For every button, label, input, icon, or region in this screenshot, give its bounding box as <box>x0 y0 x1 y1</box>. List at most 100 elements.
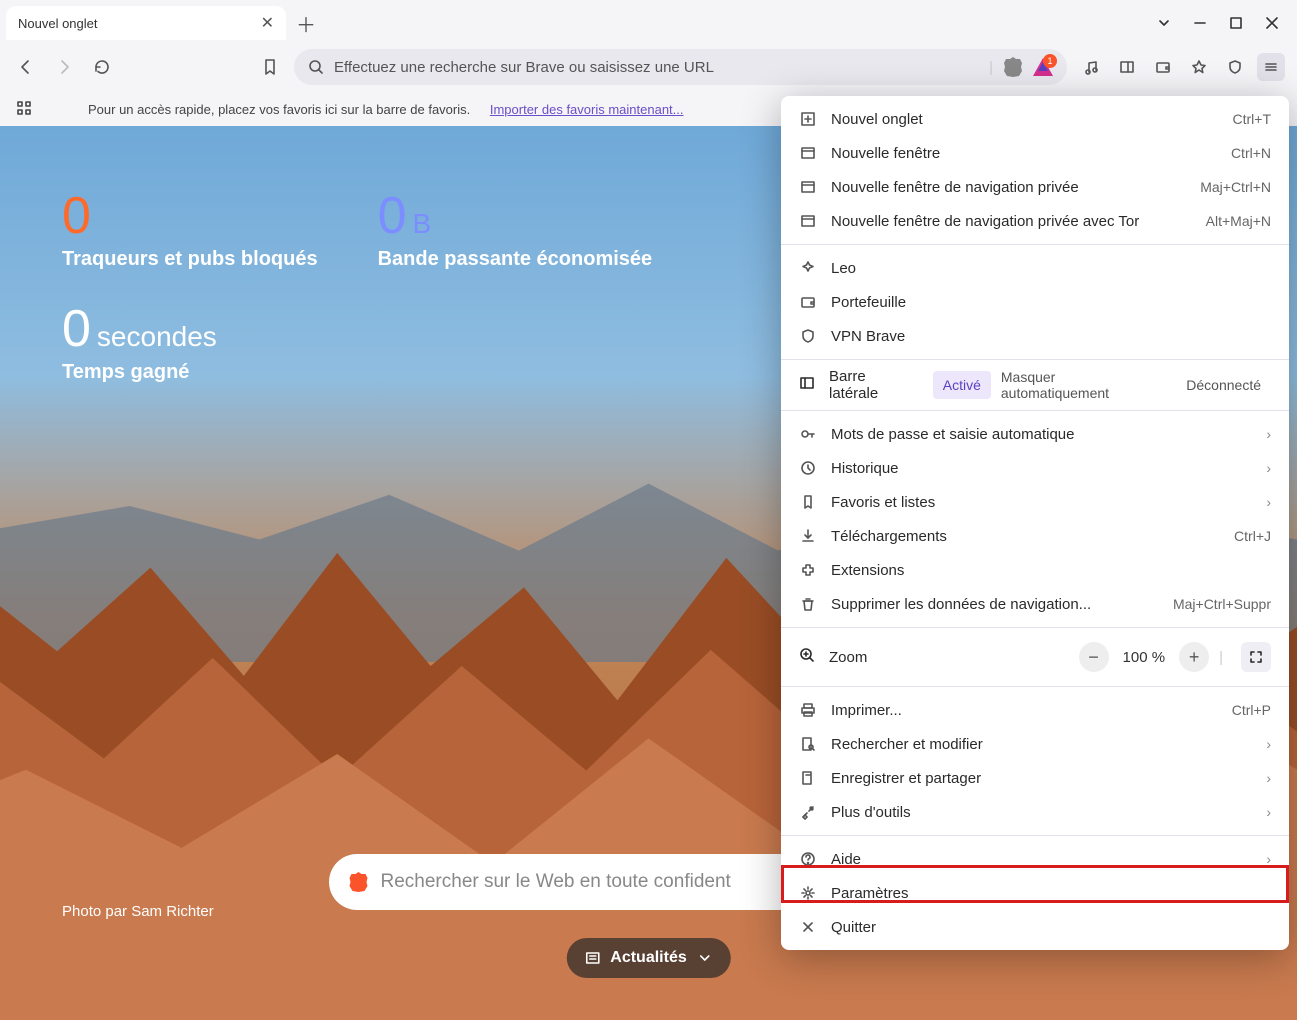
minimize-icon[interactable] <box>1191 14 1209 32</box>
wallet-menu-icon <box>799 294 817 310</box>
sidebar-toggle-icon[interactable] <box>1113 53 1141 81</box>
app-menu: Nouvel onglet Ctrl+T Nouvelle fenêtre Ct… <box>781 96 1289 950</box>
close-icon <box>799 919 817 935</box>
sidebar-opt-on[interactable]: Activé <box>933 371 991 399</box>
bookmarks-icon <box>799 494 817 510</box>
hero-search-placeholder: Rechercher sur le Web en toute confident <box>381 871 731 893</box>
history-icon <box>799 460 817 476</box>
app-menu-button[interactable] <box>1257 53 1285 81</box>
new-tab-icon <box>799 111 817 127</box>
bookmark-icon[interactable] <box>256 53 284 81</box>
news-label: Actualités <box>610 949 686 967</box>
trackers-value: 0 <box>62 186 318 246</box>
toolbar-extensions <box>1077 53 1285 81</box>
menu-settings[interactable]: Paramètres <box>781 876 1289 910</box>
time-value: 0secondes <box>62 299 652 359</box>
menu-extensions[interactable]: Extensions <box>781 553 1289 587</box>
url-placeholder: Effectuez une recherche sur Brave ou sai… <box>334 59 714 76</box>
rewards-badge: 1 <box>1043 54 1057 68</box>
wallet-icon[interactable] <box>1149 53 1177 81</box>
document-search-icon <box>799 736 817 752</box>
gear-icon <box>799 885 817 901</box>
menu-zoom: Zoom − 100 % + | <box>781 634 1289 680</box>
menu-passwords[interactable]: Mots de passe et saisie automatique › <box>781 417 1289 451</box>
trash-icon <box>799 596 817 612</box>
menu-print[interactable]: Imprimer... Ctrl+P <box>781 693 1289 727</box>
maximize-icon[interactable] <box>1227 14 1245 32</box>
tabs-dropdown-icon[interactable] <box>1155 14 1173 32</box>
forward-button[interactable] <box>50 53 78 81</box>
news-button[interactable]: Actualités <box>566 938 730 978</box>
window-controls <box>1155 14 1291 32</box>
brave-lion-icon <box>349 872 369 892</box>
menu-vpn[interactable]: VPN Brave <box>781 319 1289 353</box>
shield-icon <box>799 328 817 344</box>
tor-icon <box>799 213 817 229</box>
zoom-in-button[interactable]: + <box>1179 642 1209 672</box>
chevron-right-icon: › <box>1266 494 1271 510</box>
menu-find[interactable]: Rechercher et modifier › <box>781 727 1289 761</box>
menu-clear-data[interactable]: Supprimer les données de navigation... M… <box>781 587 1289 621</box>
search-icon <box>308 59 324 75</box>
chevron-right-icon: › <box>1266 426 1271 442</box>
brave-shields-icon[interactable] <box>1003 57 1023 77</box>
menu-new-tab[interactable]: Nouvel onglet Ctrl+T <box>781 102 1289 136</box>
reload-button[interactable] <box>88 53 116 81</box>
close-tab-icon[interactable]: ✕ <box>261 13 274 33</box>
bookmark-hint: Pour un accès rapide, placez vos favoris… <box>88 102 470 117</box>
key-icon <box>799 426 817 442</box>
menu-leo[interactable]: Leo <box>781 251 1289 285</box>
back-button[interactable] <box>12 53 40 81</box>
download-icon <box>799 528 817 544</box>
sidebar-opt-autohide[interactable]: Masquer automatiquement <box>991 363 1176 407</box>
sparkle-icon <box>799 260 817 276</box>
bandwidth-label: Bande passante économisée <box>378 248 653 271</box>
stats-panel: 0 Traqueurs et pubs bloqués 0B Bande pas… <box>62 186 652 384</box>
fullscreen-button[interactable] <box>1241 642 1271 672</box>
vpn-icon[interactable] <box>1221 53 1249 81</box>
bandwidth-value: 0B <box>378 186 653 246</box>
tab-strip: Nouvel onglet ✕ ＋ <box>0 0 1297 42</box>
time-label: Temps gagné <box>62 361 652 384</box>
menu-help[interactable]: Aide › <box>781 842 1289 876</box>
zoom-out-button[interactable]: − <box>1079 642 1109 672</box>
menu-save-share[interactable]: Enregistrer et partager › <box>781 761 1289 795</box>
sidebar-icon <box>799 375 815 395</box>
menu-new-private[interactable]: Nouvelle fenêtre de navigation privée Ma… <box>781 170 1289 204</box>
menu-quit[interactable]: Quitter <box>781 910 1289 944</box>
zoom-value: 100 % <box>1119 649 1170 666</box>
close-window-icon[interactable] <box>1263 14 1281 32</box>
chevron-down-icon <box>697 950 713 966</box>
browser-tab[interactable]: Nouvel onglet ✕ <box>6 6 286 40</box>
new-window-icon <box>799 145 817 161</box>
share-icon <box>799 770 817 786</box>
chevron-right-icon: › <box>1266 804 1271 820</box>
photo-credit: Photo par Sam Richter <box>62 903 214 920</box>
sidebar-opt-off[interactable]: Déconnecté <box>1176 371 1271 399</box>
url-bar[interactable]: Effectuez une recherche sur Brave ou sai… <box>294 49 1067 85</box>
music-icon[interactable] <box>1077 53 1105 81</box>
tab-title: Nouvel onglet <box>18 16 98 31</box>
import-bookmarks-link[interactable]: Importer des favoris maintenant... <box>490 102 684 117</box>
menu-new-window[interactable]: Nouvelle fenêtre Ctrl+N <box>781 136 1289 170</box>
menu-bookmarks[interactable]: Favoris et listes › <box>781 485 1289 519</box>
menu-new-tor[interactable]: Nouvelle fenêtre de navigation privée av… <box>781 204 1289 238</box>
menu-downloads[interactable]: Téléchargements Ctrl+J <box>781 519 1289 553</box>
menu-history[interactable]: Historique › <box>781 451 1289 485</box>
sidebar-segmented[interactable]: Activé Masquer automatiquement Déconnect… <box>933 363 1271 407</box>
leo-icon[interactable] <box>1185 53 1213 81</box>
new-tab-button[interactable]: ＋ <box>292 9 320 37</box>
apps-icon[interactable] <box>16 100 32 119</box>
incognito-icon <box>799 179 817 195</box>
toolbar: Effectuez une recherche sur Brave ou sai… <box>0 42 1297 92</box>
trackers-label: Traqueurs et pubs bloqués <box>62 248 318 271</box>
chevron-right-icon: › <box>1266 460 1271 476</box>
chevron-right-icon: › <box>1266 770 1271 786</box>
news-icon <box>584 950 600 966</box>
tools-icon <box>799 804 817 820</box>
chevron-right-icon: › <box>1266 851 1271 867</box>
menu-wallet[interactable]: Portefeuille <box>781 285 1289 319</box>
menu-sidebar: Barre latérale Activé Masquer automatiqu… <box>781 366 1289 404</box>
brave-rewards-icon[interactable]: 1 <box>1033 58 1053 76</box>
menu-more-tools[interactable]: Plus d'outils › <box>781 795 1289 829</box>
